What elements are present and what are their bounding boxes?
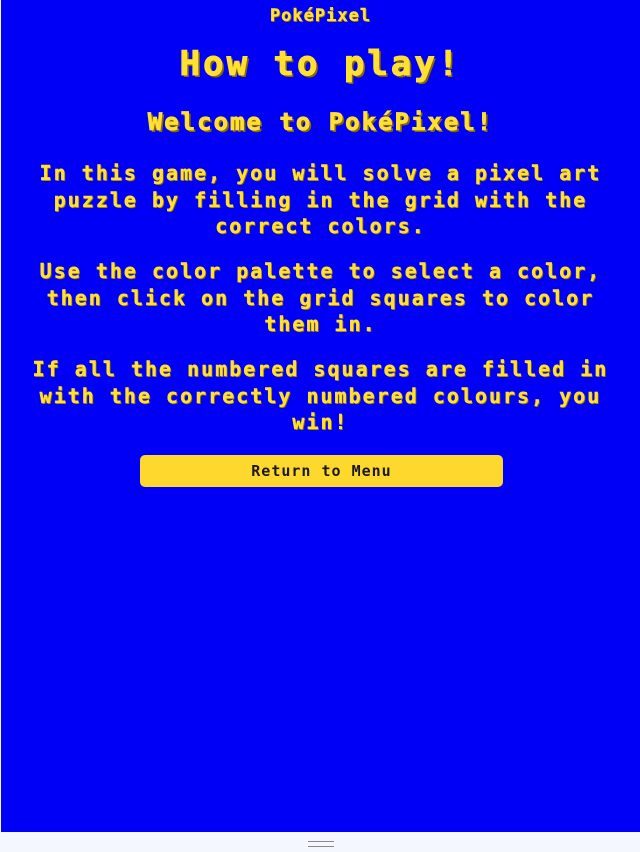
app-brand: PokéPixel	[269, 6, 372, 26]
instruction-paragraph-3: If all the numbered squares are filled i…	[32, 357, 609, 434]
drag-handle-icon[interactable]	[308, 841, 334, 847]
how-to-play-screen: PokéPixel How to play! Welcome to PokéPi…	[1, 0, 640, 832]
page-title: How to play!	[179, 44, 462, 85]
instruction-paragraph-1: In this game, you will solve a pixel art…	[39, 161, 602, 238]
welcome-subtitle: Welcome to PokéPixel!	[147, 108, 494, 137]
return-to-menu-button[interactable]: Return to Menu	[140, 455, 503, 487]
bottom-bar	[0, 832, 640, 852]
instruction-paragraph-2: Use the color palette to select a color,…	[39, 259, 602, 336]
